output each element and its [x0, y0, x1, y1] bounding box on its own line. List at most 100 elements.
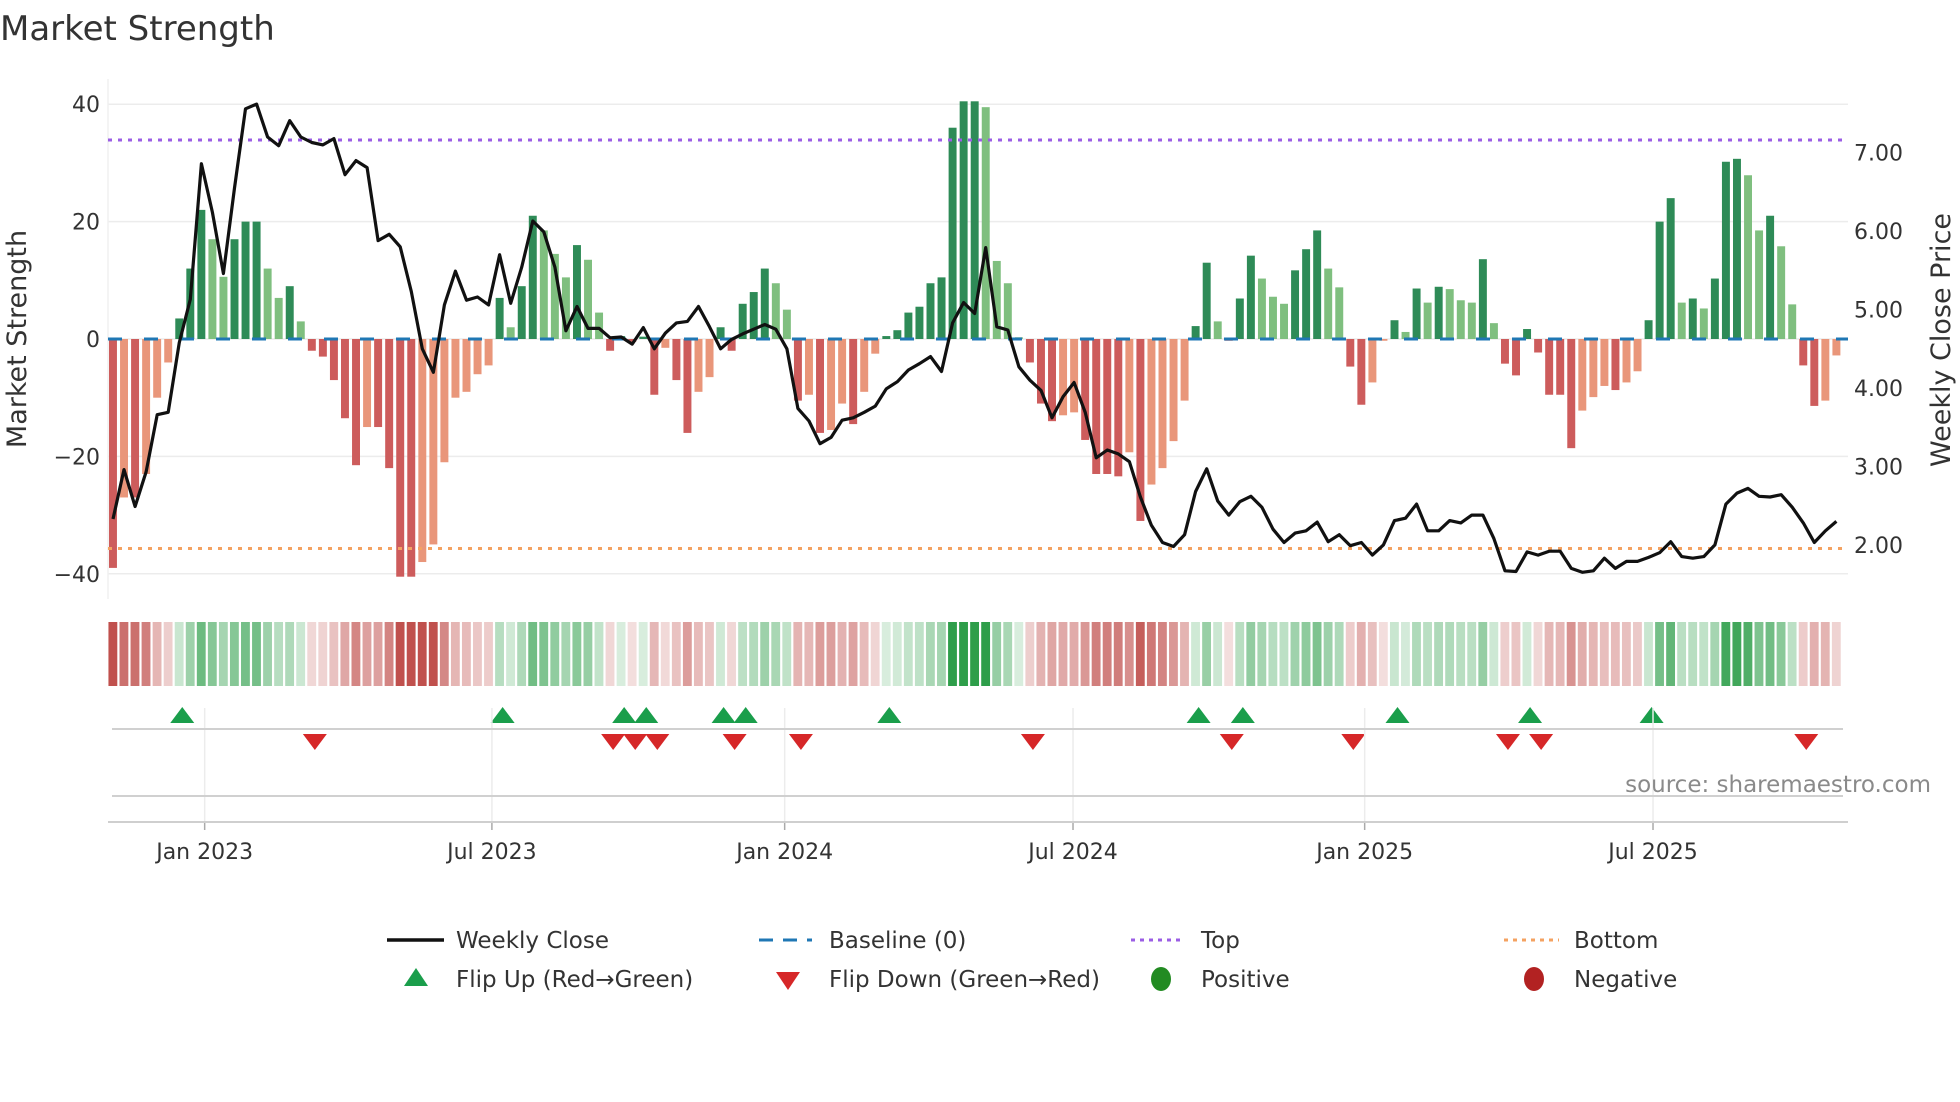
heat-cell	[174, 622, 184, 686]
strength-bar	[1534, 339, 1543, 353]
strength-bar	[1655, 221, 1664, 339]
strength-bar	[385, 339, 394, 469]
y-right-tick-label: 4.00	[1854, 377, 1903, 402]
heat-cell	[318, 622, 328, 686]
heat-cell	[1290, 622, 1300, 686]
heat-cell	[1522, 622, 1532, 686]
heat-cell	[362, 622, 372, 686]
heat-cell	[1577, 622, 1587, 686]
flip-up-marker	[170, 707, 195, 723]
heat-cell	[1157, 622, 1167, 686]
strength-bar	[1324, 268, 1333, 339]
heat-cell	[1434, 622, 1444, 686]
heat-cell	[1113, 622, 1123, 686]
flip-up-marker	[733, 707, 758, 723]
heat-cell	[384, 622, 394, 686]
strength-bar	[462, 339, 471, 392]
heat-cell	[705, 622, 714, 686]
strength-bar	[882, 336, 891, 339]
strength-bar	[716, 327, 725, 339]
heat-cell	[1445, 622, 1455, 686]
heat-cell	[1644, 622, 1653, 686]
heat-cell	[141, 622, 151, 686]
heat-cell	[948, 622, 957, 686]
negative-dot-icon	[1524, 967, 1544, 991]
strength-bar	[572, 245, 581, 339]
strength-bar	[1622, 339, 1631, 383]
heat-cell	[1588, 622, 1598, 686]
y-tick-label: 40	[72, 93, 100, 118]
strength-bar	[396, 339, 405, 577]
heat-cell	[1478, 622, 1488, 686]
heat-cell	[1555, 622, 1565, 686]
strength-bar	[860, 339, 869, 392]
strength-bar	[904, 312, 913, 339]
heat-cell	[1180, 622, 1189, 686]
strength-bar	[816, 339, 824, 433]
heat-cell	[1732, 622, 1742, 686]
heat-cell	[1058, 622, 1068, 686]
strength-bar	[915, 306, 924, 339]
strength-bar	[418, 339, 427, 563]
heat-cell	[229, 622, 239, 686]
heat-cell	[937, 622, 946, 686]
heat-cell	[760, 622, 770, 686]
heat-cell	[506, 622, 516, 686]
flip-up-marker	[634, 707, 659, 723]
heat-cell	[903, 622, 913, 686]
strength-bar	[296, 321, 305, 339]
flip-up-marker	[612, 707, 637, 723]
heat-cell	[782, 622, 792, 686]
legend-weekly-close: Weekly Close	[456, 928, 609, 954]
strength-bar	[827, 339, 836, 430]
heat-cell	[108, 622, 118, 686]
strength-bar	[1191, 326, 1200, 339]
heat-cell	[1489, 622, 1499, 686]
heat-cell	[959, 622, 968, 686]
x-tick-label: Jul 2024	[1026, 840, 1118, 865]
strength-bar	[1710, 278, 1719, 339]
y-right-tick-label: 3.00	[1854, 455, 1903, 480]
flip-down-marker	[1341, 734, 1366, 750]
strength-bar	[1180, 339, 1189, 401]
heat-cell	[1323, 622, 1333, 686]
flip-down-marker	[722, 734, 747, 750]
strength-bar	[1147, 339, 1156, 485]
flip-down-marker	[788, 734, 813, 750]
positive-dot-icon	[1151, 967, 1171, 991]
strength-bar	[307, 339, 316, 351]
heat-cell	[1710, 622, 1720, 686]
flip-down-marker	[645, 734, 670, 750]
heat-cell	[1633, 622, 1642, 686]
heat-cell	[992, 622, 1002, 686]
strength-bar	[926, 283, 935, 339]
strength-bar	[639, 336, 648, 339]
strength-bar	[1335, 287, 1344, 339]
heat-cell	[1279, 622, 1289, 686]
flip-up-marker	[1230, 707, 1255, 723]
heat-cell	[1820, 622, 1830, 686]
y-tick-label: −40	[54, 563, 100, 588]
strength-bar	[219, 276, 228, 339]
strength-bar	[1633, 339, 1642, 372]
strength-bar	[1070, 339, 1079, 413]
strength-bar	[108, 339, 117, 568]
heat-cell	[892, 622, 902, 686]
flip-up-marker	[1518, 707, 1543, 723]
flip-up-marker	[1186, 707, 1211, 723]
heat-cell	[1257, 622, 1267, 686]
strength-bar	[661, 339, 670, 348]
strength-bar	[1445, 289, 1454, 339]
heat-cell	[1202, 622, 1212, 686]
strength-bar	[1291, 270, 1300, 339]
heat-cell	[185, 622, 195, 686]
strength-bar	[1589, 339, 1598, 398]
heat-cell	[196, 622, 206, 686]
strength-bar	[1390, 320, 1399, 339]
heat-cell	[1102, 622, 1112, 686]
strength-bar	[506, 327, 515, 339]
source-note: source: sharemaestro.com	[1625, 772, 1931, 798]
strength-bar	[1158, 339, 1167, 469]
strength-bar	[539, 230, 548, 339]
heat-cell	[594, 622, 604, 686]
